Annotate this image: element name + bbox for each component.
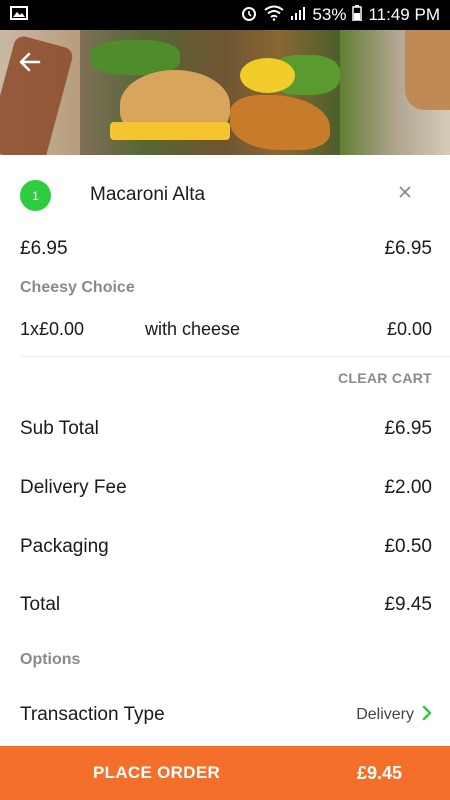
sub-total-label: Sub Total <box>20 418 99 439</box>
total-value: £9.45 <box>384 594 432 615</box>
signal-icon <box>290 5 306 25</box>
remove-item-button[interactable] <box>394 183 416 205</box>
delivery-fee-row: Delivery Fee £2.00 <box>20 477 432 499</box>
battery-percent: 53% <box>312 5 347 24</box>
total-row: Total £9.45 <box>20 594 432 616</box>
battery-icon <box>352 4 363 26</box>
packaging-label: Packaging <box>20 536 109 557</box>
option-group-title: Cheesy Choice <box>20 279 135 296</box>
transaction-type-label: Transaction Type <box>20 704 165 725</box>
food-hero-image <box>0 30 450 155</box>
close-icon <box>399 185 411 203</box>
total-label: Total <box>20 594 61 615</box>
place-order-button[interactable]: PLACE ORDER £9.45 <box>0 746 450 800</box>
order-total-price: £9.45 <box>356 762 402 783</box>
divider <box>20 356 450 357</box>
packaging-value: £0.50 <box>384 536 432 557</box>
item-price-row: £6.95 £6.95 <box>20 238 432 260</box>
image-icon <box>10 5 28 25</box>
back-arrow-icon <box>18 50 42 79</box>
item-quantity-badge: 1 <box>20 180 51 211</box>
item-unit-price: £6.95 <box>20 238 68 259</box>
alarm-icon <box>240 4 258 27</box>
back-button[interactable] <box>14 48 46 80</box>
option-description: with cheese <box>145 319 241 339</box>
chevron-right-icon <box>422 705 432 726</box>
sub-total-row: Sub Total £6.95 <box>20 418 432 440</box>
option-qty-price: 1x£0.00 <box>20 319 85 339</box>
status-bar: 53% 11:49 PM <box>0 0 450 30</box>
option-row: 1x£0.00 with cheese £0.00 <box>20 319 432 343</box>
item-line-total: £6.95 <box>384 238 432 259</box>
transaction-type-value: Delivery <box>356 706 414 723</box>
item-name: Macaroni Alta <box>90 184 206 205</box>
place-order-label: PLACE ORDER <box>93 763 221 782</box>
option-price: £0.00 <box>386 319 432 339</box>
clear-cart-button[interactable]: CLEAR CART <box>338 370 432 386</box>
delivery-fee-label: Delivery Fee <box>20 477 127 498</box>
clock-time: 11:49 PM <box>368 5 440 24</box>
packaging-row: Packaging £0.50 <box>20 536 432 558</box>
sub-total-value: £6.95 <box>384 418 432 439</box>
delivery-fee-value: £2.00 <box>384 477 432 498</box>
wifi-icon <box>264 5 285 26</box>
transaction-type-row[interactable]: Transaction Type Delivery <box>20 704 432 726</box>
options-heading: Options <box>20 651 81 668</box>
